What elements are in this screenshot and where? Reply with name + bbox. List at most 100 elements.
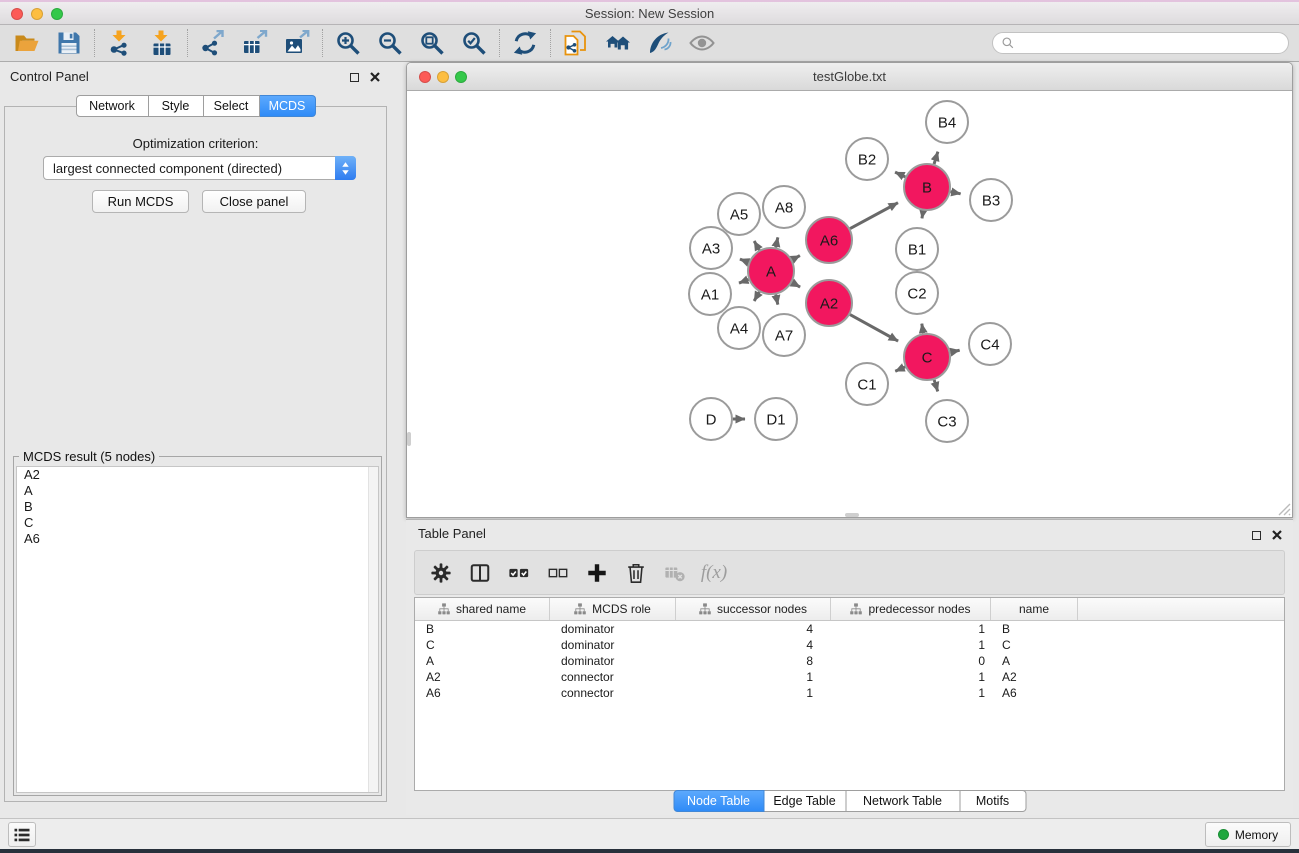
- graph-edge-A-A5[interactable]: [754, 241, 759, 250]
- graph-node-label: A6: [820, 232, 838, 249]
- close-panel-icon[interactable]: [367, 69, 383, 85]
- tree-icon: [574, 603, 586, 615]
- graph-edge-A-A3[interactable]: [740, 259, 749, 262]
- network-window-titlebar[interactable]: testGlobe.txt: [407, 63, 1292, 91]
- mcds-result-item[interactable]: A: [17, 483, 378, 499]
- table-row[interactable]: Adominator80A: [415, 653, 1284, 669]
- task-history-button[interactable]: [8, 822, 36, 847]
- resize-grip-icon[interactable]: [1275, 500, 1291, 516]
- memory-button[interactable]: Memory: [1205, 822, 1291, 847]
- network-import-icon[interactable]: [99, 28, 141, 58]
- search-box[interactable]: [992, 32, 1289, 54]
- column-label: predecessor nodes: [868, 602, 970, 616]
- zoom-fit-icon[interactable]: [411, 28, 453, 58]
- network-export-icon[interactable]: [192, 28, 234, 58]
- zoom-in-icon[interactable]: [327, 28, 369, 58]
- table-row[interactable]: Cdominator41C: [415, 637, 1284, 653]
- run-mcds-button[interactable]: Run MCDS: [92, 190, 189, 213]
- unchecked-pair-icon[interactable]: [546, 561, 570, 585]
- eye-pen-icon[interactable]: [639, 28, 681, 58]
- vertical-scrollbar[interactable]: [407, 432, 411, 446]
- search-input[interactable]: [1020, 36, 1280, 51]
- table-row[interactable]: Bdominator41B: [415, 621, 1284, 637]
- table-cell: A: [991, 653, 1078, 669]
- memory-label: Memory: [1235, 828, 1278, 842]
- graph-edge-B-B2[interactable]: [895, 172, 905, 177]
- table-tab-node-table[interactable]: Node Table: [673, 790, 764, 812]
- table-tab-network-table[interactable]: Network Table: [846, 790, 960, 812]
- zoom-selected-icon[interactable]: [453, 28, 495, 58]
- tree-icon: [438, 603, 450, 615]
- graph-edge-A6-B[interactable]: [850, 203, 898, 229]
- graph-edge-C-C1[interactable]: [895, 367, 905, 371]
- graph-edge-A-A8[interactable]: [776, 237, 778, 247]
- graph-edge-C-C4[interactable]: [951, 350, 960, 352]
- tab-network[interactable]: Network: [76, 95, 149, 117]
- column-header-MCDS-role[interactable]: MCDS role: [550, 598, 676, 620]
- gear-icon[interactable]: [429, 561, 453, 585]
- table-export-icon[interactable]: [234, 28, 276, 58]
- table-cell: B: [991, 621, 1078, 637]
- graph-edge-A2-C[interactable]: [850, 315, 898, 341]
- close-panel-button[interactable]: Close panel: [202, 190, 306, 213]
- table-row[interactable]: A6connector11A6: [415, 685, 1284, 701]
- graph-edge-A-A2[interactable]: [792, 283, 800, 287]
- network-canvas[interactable]: B4B2BB3A8A5A6A3B1AC2A1A2A4A7C4CC1DD1C3: [407, 92, 1292, 517]
- column-header-name[interactable]: name: [991, 598, 1078, 620]
- memory-status-dot: [1218, 829, 1229, 840]
- mcds-result-list[interactable]: A2ABCA6: [16, 466, 379, 793]
- column-label: MCDS role: [592, 602, 651, 616]
- graph-edge-A-A6[interactable]: [792, 256, 800, 260]
- mcds-result-item[interactable]: B: [17, 499, 378, 515]
- scrollbar[interactable]: [368, 467, 378, 792]
- zoom-out-icon[interactable]: [369, 28, 411, 58]
- minimize-window-button[interactable]: [31, 8, 43, 20]
- table-import-icon[interactable]: [141, 28, 183, 58]
- graph-edge-A-A4[interactable]: [754, 292, 759, 301]
- double-house-icon[interactable]: [597, 28, 639, 58]
- mcds-result-group: MCDS result (5 nodes) A2ABCA6: [13, 456, 382, 796]
- graph-edge-B-B4[interactable]: [934, 152, 938, 164]
- float-table-panel-icon[interactable]: [1248, 527, 1264, 543]
- table-tab-motifs[interactable]: Motifs: [960, 790, 1026, 812]
- graph-edge-C-C2[interactable]: [922, 324, 924, 334]
- mcds-result-item[interactable]: C: [17, 515, 378, 531]
- minimize-network-button[interactable]: [437, 71, 449, 83]
- graph-node-label: D1: [766, 411, 785, 428]
- plus-icon[interactable]: [585, 561, 609, 585]
- column-header-successor-nodes[interactable]: successor nodes: [676, 598, 831, 620]
- folder-open-icon[interactable]: [6, 28, 48, 58]
- table-tab-edge-table[interactable]: Edge Table: [764, 790, 846, 812]
- close-table-panel-icon[interactable]: [1269, 527, 1285, 543]
- zoom-window-button[interactable]: [51, 8, 63, 20]
- float-panel-icon[interactable]: [346, 69, 362, 85]
- mcds-result-item[interactable]: A2: [17, 467, 378, 483]
- toolbar-separator: [550, 29, 551, 57]
- close-window-button[interactable]: [11, 8, 23, 20]
- checked-pair-icon[interactable]: [507, 561, 531, 585]
- image-export-icon[interactable]: [276, 28, 318, 58]
- table-cell: dominator: [550, 653, 676, 669]
- tab-select[interactable]: Select: [204, 95, 260, 117]
- column-header-predecessor-nodes[interactable]: predecessor nodes: [831, 598, 991, 620]
- trash-icon[interactable]: [624, 561, 648, 585]
- zoom-network-button[interactable]: [455, 71, 467, 83]
- graph-edge-A-A1[interactable]: [739, 279, 749, 283]
- split-column-icon[interactable]: [468, 561, 492, 585]
- close-network-button[interactable]: [419, 71, 431, 83]
- document-network-icon[interactable]: [555, 28, 597, 58]
- column-header-shared-name[interactable]: shared name: [415, 598, 550, 620]
- floppy-save-icon[interactable]: [48, 28, 90, 58]
- table-cell: A: [415, 653, 550, 669]
- horizontal-scrollbar[interactable]: [845, 513, 859, 517]
- graph-edge-B-B3[interactable]: [951, 192, 961, 194]
- mcds-result-item[interactable]: A6: [17, 531, 378, 547]
- graph-edge-B-B1[interactable]: [922, 211, 923, 219]
- table-row[interactable]: A2connector11A2: [415, 669, 1284, 685]
- graph-edge-C-C3[interactable]: [934, 380, 938, 392]
- optimization-dropdown[interactable]: largest connected component (directed): [43, 156, 356, 180]
- tab-mcds[interactable]: MCDS: [260, 95, 316, 117]
- graph-edge-A-A7[interactable]: [776, 295, 778, 305]
- tab-style[interactable]: Style: [149, 95, 204, 117]
- refresh-icon[interactable]: [504, 28, 546, 58]
